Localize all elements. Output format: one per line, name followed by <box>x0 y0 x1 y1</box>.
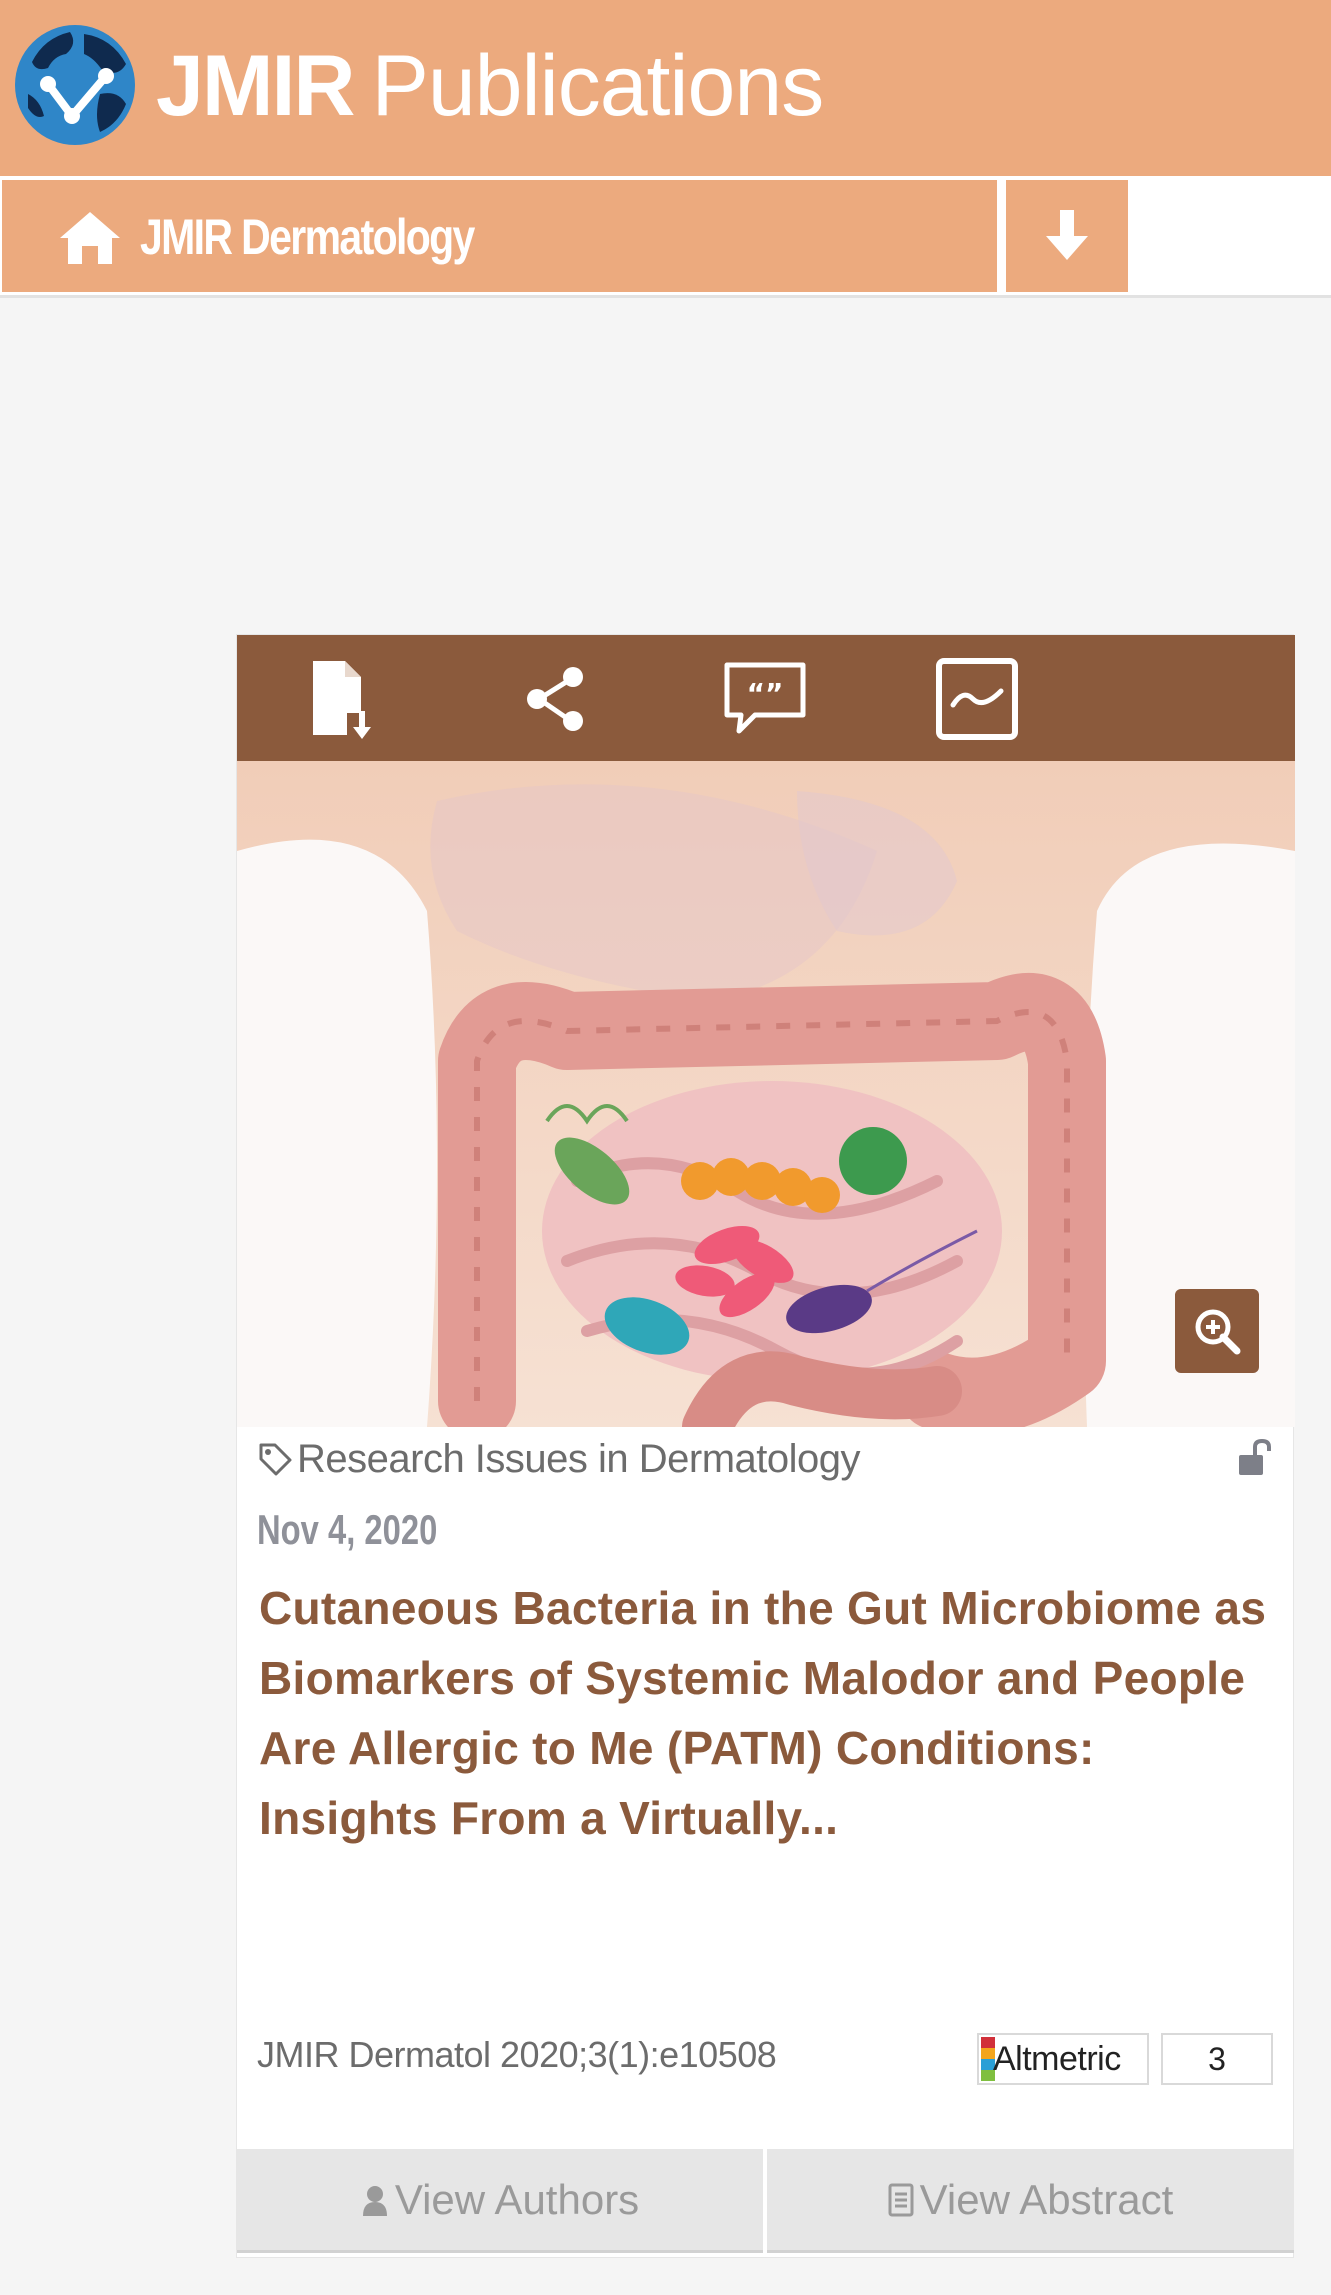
brand-bold: JMIR <box>156 38 355 134</box>
view-abstract-label: View Abstract <box>919 2175 1174 2223</box>
tag-icon <box>259 1443 292 1476</box>
view-authors-label: View Authors <box>394 2175 640 2223</box>
journal-nav: JMIR Dermatology <box>0 176 1331 298</box>
article-image[interactable] <box>237 761 1295 1427</box>
citation-text: JMIR Dermatol 2020;3(1):e10508 <box>257 2034 777 2075</box>
zoom-in-icon <box>1195 1309 1241 1355</box>
gut-microbiome-illustration <box>237 761 1295 1427</box>
journal-home-link[interactable]: JMIR Dermatology <box>2 180 1000 292</box>
svg-text:“”: “” <box>747 677 784 710</box>
card-toolbar: “” <box>237 635 1295 761</box>
altmetric-score[interactable]: 3 <box>1161 2033 1273 2085</box>
site-brand[interactable]: JMIR Publications <box>156 36 824 136</box>
site-header: JMIR Publications <box>0 0 1331 176</box>
article-title[interactable]: Cutaneous Bacteria in the Gut Microbiome… <box>259 1573 1269 1853</box>
cite-quote-icon[interactable]: “” <box>721 655 809 743</box>
user-icon <box>362 2185 387 2216</box>
section-label[interactable]: Research Issues in Dermatology <box>297 1431 861 1487</box>
journal-name: JMIR Dermatology <box>140 209 475 265</box>
metrics-chart-icon[interactable] <box>933 655 1021 743</box>
arrow-down-icon <box>1046 210 1088 260</box>
altmetric-label: Altmetric <box>993 2040 1121 2078</box>
pdf-download-icon[interactable] <box>297 655 385 743</box>
publication-date: Nov 4, 2020 <box>257 1506 438 1553</box>
view-abstract-button[interactable]: View Abstract <box>767 2149 1294 2253</box>
altmetric-badge[interactable]: Altmetric <box>977 2033 1149 2085</box>
section-tag-row: Research Issues in Dermatology <box>257 1431 1277 1487</box>
unlocked-icon <box>1239 1439 1271 1475</box>
jmir-globe-logo[interactable] <box>14 24 136 146</box>
brand-light: Publications <box>371 38 824 134</box>
zoom-image-button[interactable] <box>1175 1289 1259 1373</box>
article-card: “” Research Issues in Dermatology Nov 4,… <box>236 634 1295 2258</box>
view-authors-button[interactable]: View Authors <box>237 2149 763 2253</box>
share-icon[interactable] <box>511 655 599 743</box>
document-icon <box>888 2183 914 2216</box>
nav-dropdown-button[interactable] <box>1006 180 1128 292</box>
home-icon <box>60 212 120 264</box>
